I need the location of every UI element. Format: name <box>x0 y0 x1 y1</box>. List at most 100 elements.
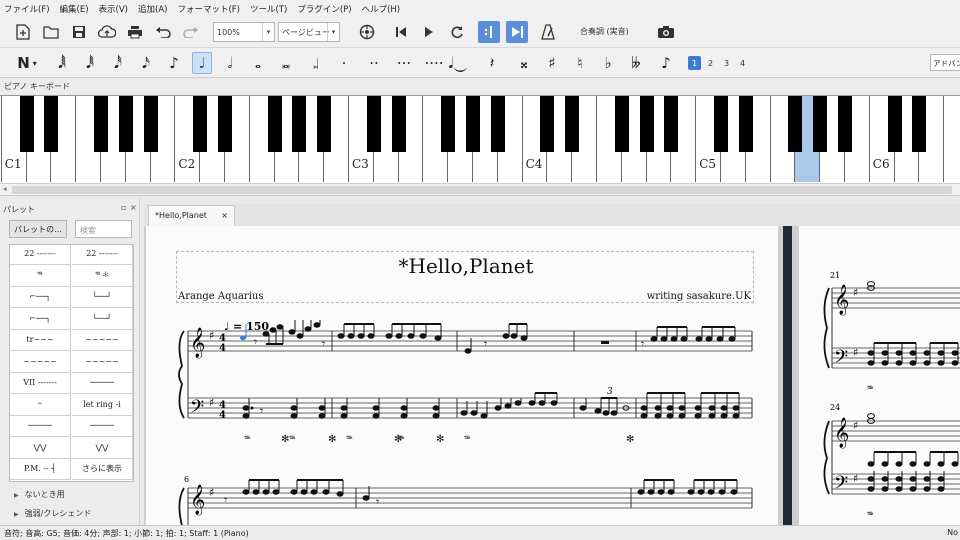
augmentation-dot-button[interactable]: · <box>334 52 354 74</box>
sharp-button[interactable]: ♯ <box>542 52 562 74</box>
palette-cell[interactable]: 𝄐 <box>10 393 71 416</box>
black-key[interactable] <box>391 96 406 152</box>
quadruple-dot-button[interactable]: ···· <box>424 52 444 74</box>
duration-16th-button[interactable]: 𝅘𝅥𝅯 <box>136 52 156 74</box>
palette-cell[interactable]: ⌐──┐ <box>10 286 71 308</box>
tie-icon[interactable]: 𝅘𝅥‿ <box>448 52 468 74</box>
menu-add[interactable]: 追加(A) <box>138 3 167 15</box>
double-sharp-button[interactable]: 𝄪 <box>514 52 534 74</box>
treble-clef-icon[interactable]: 𝄞 <box>190 484 205 516</box>
black-key[interactable] <box>317 96 332 152</box>
notation-canvas-2[interactable]: 21 𝄞 ♯ 𝄢 ♯ 𝆮 24 𝄞 ♯ 𝄢 ♯ 𝆮 <box>799 226 960 526</box>
treble-clef-icon[interactable]: 𝄞 <box>834 284 849 316</box>
black-key[interactable] <box>565 96 580 152</box>
voice-4-button[interactable]: 4 <box>736 56 749 70</box>
voice-3-button[interactable]: 3 <box>720 56 733 70</box>
palette-cell[interactable]: 22 ------- <box>72 245 133 265</box>
menu-tools[interactable]: ツール(T) <box>250 3 287 15</box>
black-key[interactable] <box>788 96 803 152</box>
duration-breve-button[interactable]: 𝅜 <box>276 52 296 74</box>
duration-128th-button[interactable]: 𝅘𝅥𝅲 <box>52 52 72 74</box>
palette-cell[interactable]: VII ------- <box>10 372 71 394</box>
menu-help[interactable]: ヘルプ(H) <box>362 3 401 15</box>
notation-canvas[interactable]: 𝄞 𝄢 ♯ ♯ 4 4 4 4 ♩ = 150 𝄾 𝄾 𝄾 𝄾 𝄾 3 𝆮 ✻ … <box>146 226 778 526</box>
black-key[interactable] <box>664 96 679 152</box>
palette-cell[interactable]: 𝆮 <box>10 264 71 287</box>
key-signature-sharp-icon[interactable]: ♯ <box>853 472 858 485</box>
measure-6-treble-notes[interactable]: 𝄾 𝄾 <box>224 479 738 509</box>
white-key[interactable] <box>944 96 960 182</box>
new-file-icon[interactable] <box>12 21 34 43</box>
key-signature-sharp-icon[interactable]: ♯ <box>209 486 214 499</box>
black-key[interactable] <box>813 96 828 152</box>
loop-in-icon[interactable] <box>478 21 500 43</box>
palette-cell[interactable]: ~~~~~ <box>10 350 71 373</box>
redo-icon[interactable] <box>180 21 202 43</box>
open-folder-icon[interactable] <box>40 21 62 43</box>
black-key[interactable] <box>738 96 753 152</box>
close-icon[interactable]: × <box>221 211 228 221</box>
pedal-markings[interactable]: 𝆮 ✻ 𝆮 ✻ 𝆮 ✻𝆮 ✻ 𝆮 ✻ <box>244 434 634 445</box>
menu-plugins[interactable]: プラグイン(P) <box>297 3 351 15</box>
triple-dot-button[interactable]: ··· <box>394 52 414 74</box>
view-mode-select[interactable]: ページビュー ▾ <box>278 22 340 42</box>
advanced-workspace-select[interactable]: アドバンス <box>930 54 960 71</box>
duration-whole-button[interactable]: 𝅝 <box>248 52 268 74</box>
black-key[interactable] <box>887 96 902 152</box>
palette-cell[interactable]: ~~~~~ <box>72 350 133 373</box>
camera-icon[interactable] <box>655 21 677 43</box>
time-signature-bottom[interactable]: 4 <box>219 343 226 354</box>
palettes-button[interactable]: パレットの... <box>9 220 67 238</box>
upload-cloud-icon[interactable] <box>96 21 118 43</box>
measure-2-treble-notes[interactable] <box>337 323 442 341</box>
palette-cell[interactable]: 𝆮 ✻ <box>72 264 133 287</box>
duration-64th-button[interactable]: 𝅘𝅥𝅱 <box>80 52 100 74</box>
black-key[interactable] <box>366 96 381 152</box>
black-key[interactable] <box>218 96 232 152</box>
duration-eighth-button[interactable]: ♪ <box>164 52 184 74</box>
zoom-select[interactable]: 100% ▾ <box>213 22 275 42</box>
flip-direction-icon[interactable]: ♪ <box>656 52 676 74</box>
black-key[interactable] <box>143 96 158 152</box>
save-icon[interactable] <box>68 21 90 43</box>
rest-icon[interactable]: 𝄽 <box>482 52 502 74</box>
score-tab[interactable]: *Hello,Planet × <box>148 205 235 226</box>
palette-cell[interactable]: ⌐──┐ <box>10 307 71 330</box>
print-icon[interactable] <box>124 21 146 43</box>
measure-3-bass-notes[interactable] <box>460 392 558 419</box>
palette-cell[interactable]: ───── <box>72 415 133 437</box>
palette-cell[interactable]: 22 ------- <box>10 245 71 265</box>
time-signature-bottom[interactable]: 4 <box>219 410 226 421</box>
palette-cell[interactable]: さらに表示 <box>72 458 133 480</box>
palette-section-dynamics[interactable]: ▶ 強弱/クレシェンド <box>14 508 91 519</box>
black-key[interactable] <box>292 96 307 152</box>
menu-edit[interactable]: 編集(E) <box>60 3 89 15</box>
double-flat-button[interactable]: 𝄫 <box>626 52 646 74</box>
selected-note[interactable] <box>240 335 246 341</box>
bass-clef-icon[interactable]: 𝄢 <box>190 397 204 422</box>
black-key[interactable] <box>441 96 456 152</box>
close-icon[interactable]: × <box>130 203 137 212</box>
pedal-marking[interactable]: 𝆮 <box>867 384 874 395</box>
palette-cell[interactable]: ───── <box>10 415 71 437</box>
black-key[interactable] <box>912 96 927 152</box>
palette-search-input[interactable]: 検索 <box>75 220 132 238</box>
loop-out-icon[interactable] <box>506 21 528 43</box>
black-key[interactable] <box>118 96 133 152</box>
treble-clef-icon[interactable]: 𝄞 <box>834 417 849 449</box>
duration-quarter-button[interactable]: ♩ <box>192 52 212 74</box>
black-key[interactable] <box>714 96 728 152</box>
menu-format[interactable]: フォーマット(F) <box>177 3 240 15</box>
palette-cell[interactable]: └──┘ <box>72 307 133 330</box>
piano-keyboard[interactable]: C1 C2 C3 C4 C5 C6 <box>0 95 960 183</box>
measure-24-notes[interactable] <box>867 413 959 492</box>
bass-clef-icon[interactable]: 𝄢 <box>834 473 848 498</box>
flat-button[interactable]: ♭ <box>598 52 618 74</box>
black-key[interactable] <box>267 96 282 152</box>
pedal-marking[interactable]: 𝆮 <box>867 510 874 521</box>
palette-cell[interactable]: P.M. -- ┤ <box>10 458 71 480</box>
duration-longa-button[interactable]: 𝆷 <box>306 52 326 74</box>
voice-1-button[interactable]: 1 <box>688 56 701 70</box>
piano-scrollbar[interactable]: ◂ <box>0 183 960 196</box>
measure-5-bass-notes[interactable] <box>640 392 740 419</box>
